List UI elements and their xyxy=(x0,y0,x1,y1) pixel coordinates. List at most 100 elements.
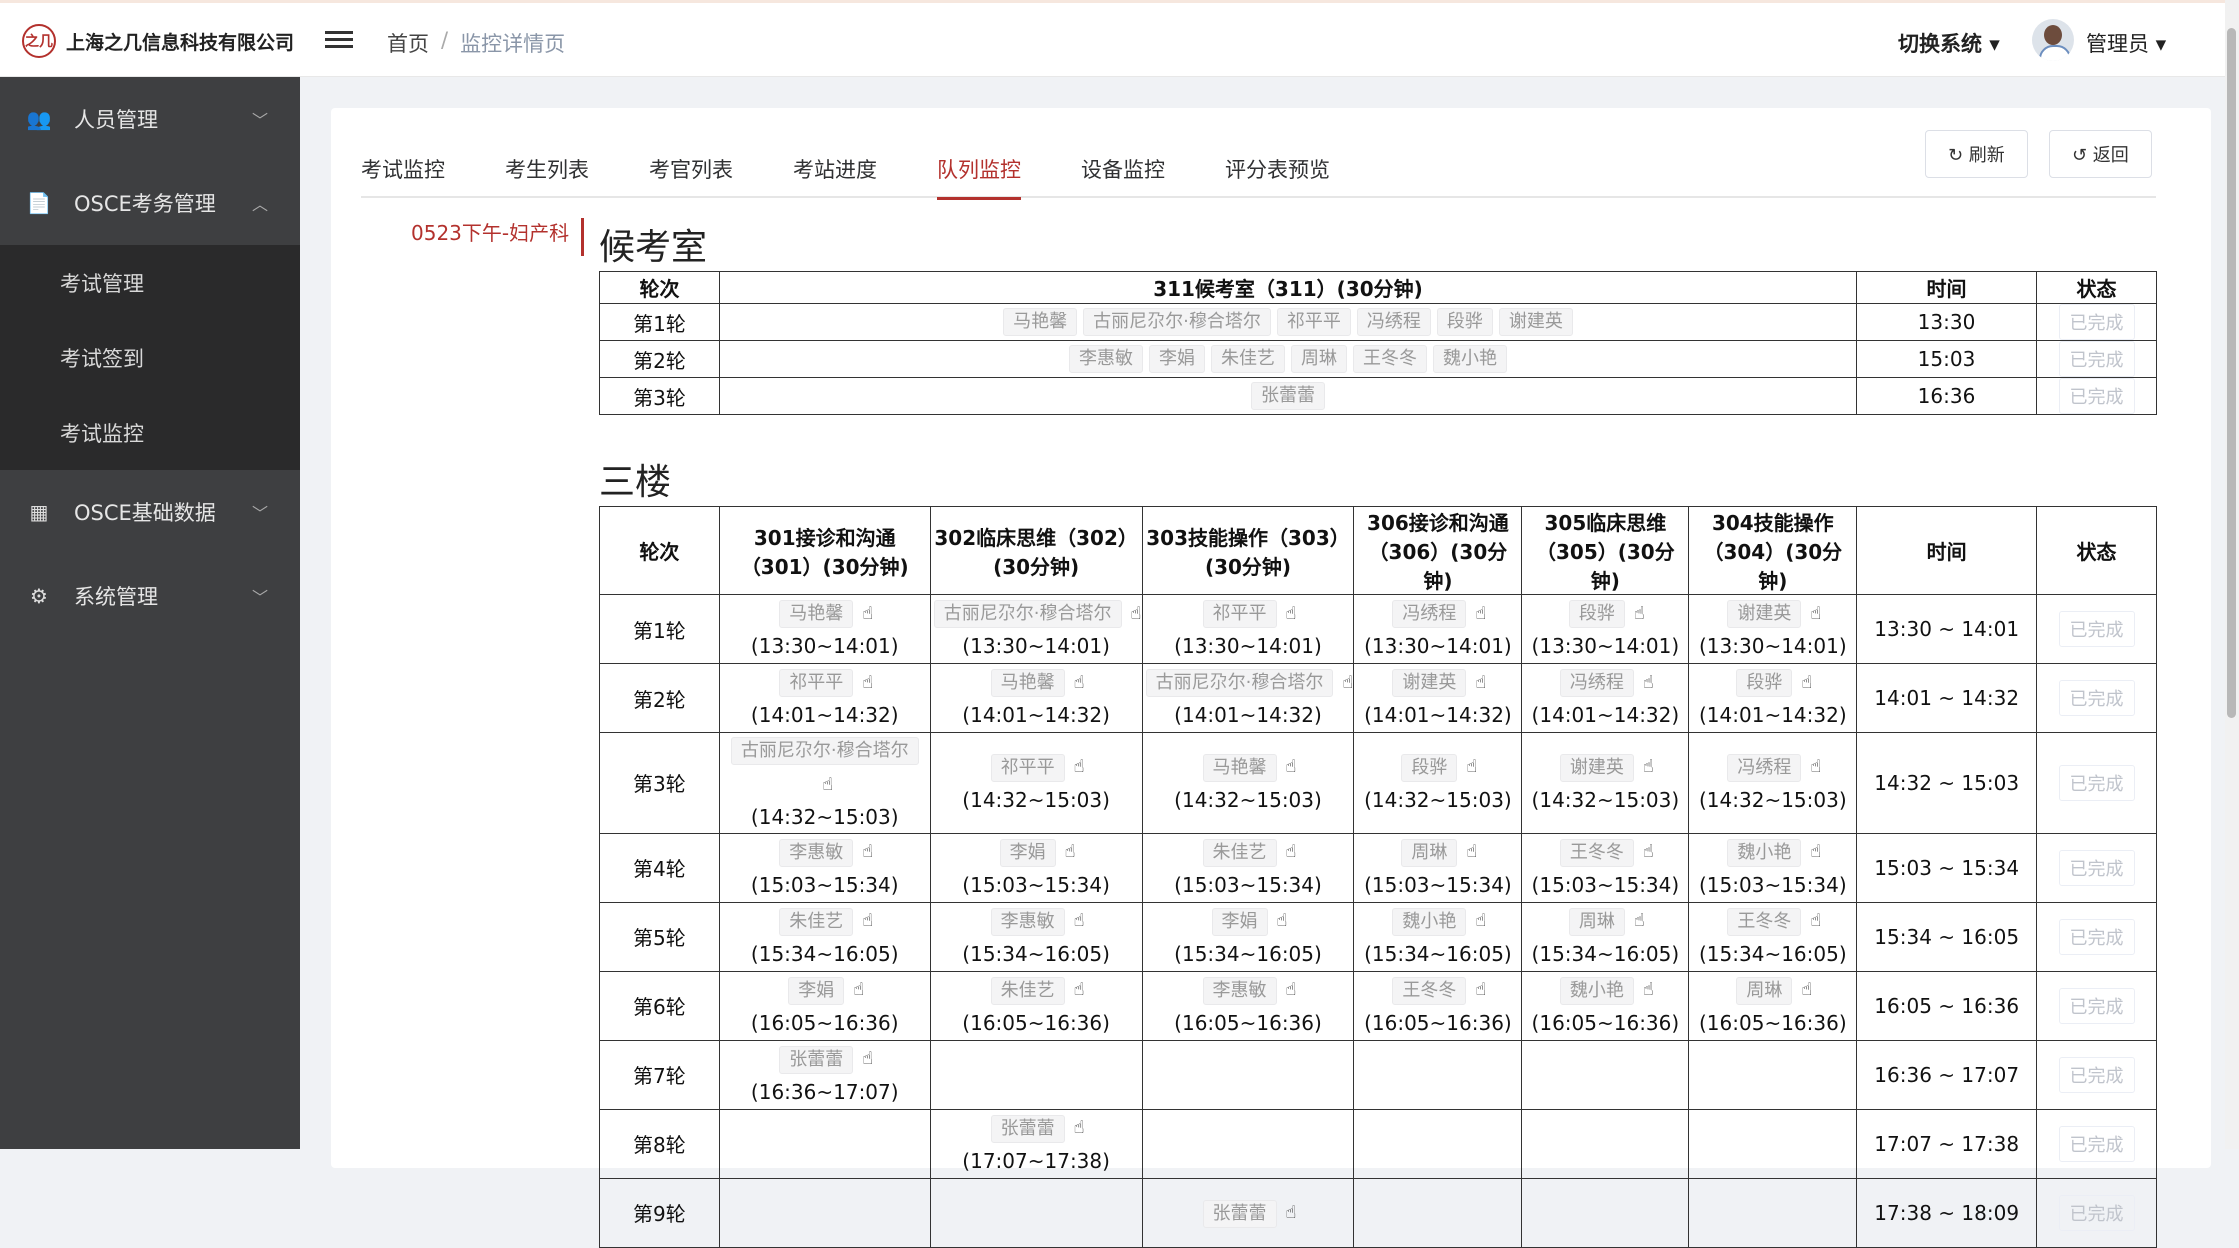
hand-pointer-icon[interactable]: ☝ xyxy=(1475,598,1486,630)
candidate-tag[interactable]: 朱佳艺 xyxy=(1202,838,1277,867)
sidebar-item-osce-basic-data[interactable]: ▦ OSCE基础数据 ﹀ xyxy=(0,470,300,554)
candidate-tag[interactable]: 段骅 xyxy=(1568,600,1625,628)
tab-exam-monitor[interactable]: 考试监控 xyxy=(361,136,445,198)
candidate-tag[interactable]: 冯绣程 xyxy=(1356,308,1431,336)
candidate-tag[interactable]: 李娟 xyxy=(1149,345,1205,373)
hand-pointer-icon[interactable]: ☝ xyxy=(1634,598,1645,630)
hand-pointer-icon[interactable]: ☝ xyxy=(1810,836,1821,868)
hand-pointer-icon[interactable]: ☝ xyxy=(1475,974,1486,1006)
hand-pointer-icon[interactable]: ☝ xyxy=(1643,751,1654,783)
candidate-tag[interactable]: 王冬冬 xyxy=(1559,838,1634,867)
tab-station-progress[interactable]: 考站进度 xyxy=(793,136,877,198)
candidate-tag[interactable]: 李娟 xyxy=(1211,907,1268,936)
hand-pointer-icon[interactable]: ☝ xyxy=(862,1043,873,1075)
hand-pointer-icon[interactable]: ☝ xyxy=(1466,751,1477,783)
hand-pointer-icon[interactable]: ☝ xyxy=(1286,751,1297,783)
hand-pointer-icon[interactable]: ☝ xyxy=(1074,1112,1085,1144)
candidate-tag[interactable]: 冯绣程 xyxy=(1559,669,1634,697)
sidebar-item-personnel[interactable]: 👥 人员管理 ﹀ xyxy=(0,77,300,161)
candidate-tag[interactable]: 李惠敏 xyxy=(1069,345,1143,373)
sidebar-item-system[interactable]: ⚙ 系统管理 ﹀ xyxy=(0,554,300,638)
candidate-tag[interactable]: 周琳 xyxy=(1568,907,1625,936)
candidate-tag[interactable]: 段骅 xyxy=(1436,308,1493,336)
candidate-tag[interactable]: 古丽尼尕尔·穆合塔尔 xyxy=(1083,308,1271,336)
avatar[interactable] xyxy=(2032,19,2074,61)
hand-pointer-icon[interactable]: ☝ xyxy=(862,598,873,630)
candidate-tag[interactable]: 马艳馨 xyxy=(779,600,854,628)
hand-pointer-icon[interactable]: ☝ xyxy=(853,974,864,1006)
candidate-tag[interactable]: 魏小艳 xyxy=(1433,345,1507,373)
sidebar-subitem-exam-monitor[interactable]: 考试监控 xyxy=(0,395,300,470)
hand-pointer-icon[interactable]: ☝ xyxy=(1074,751,1085,783)
candidate-tag[interactable]: 谢建英 xyxy=(1559,753,1634,782)
hand-pointer-icon[interactable]: ☝ xyxy=(862,667,873,699)
user-menu[interactable]: 管理员 ▾ xyxy=(2086,28,2166,58)
hand-pointer-icon[interactable]: ☝ xyxy=(1286,598,1297,630)
hand-pointer-icon[interactable]: ☝ xyxy=(1634,905,1645,937)
hand-pointer-icon[interactable]: ☝ xyxy=(1277,905,1288,937)
candidate-tag[interactable]: 谢建英 xyxy=(1727,600,1802,628)
hand-pointer-icon[interactable]: ☝ xyxy=(822,769,833,801)
candidate-tag[interactable]: 马艳馨 xyxy=(1202,753,1277,782)
candidate-tag[interactable]: 周琳 xyxy=(1291,345,1347,373)
tab-candidates[interactable]: 考生列表 xyxy=(505,136,589,198)
candidate-tag[interactable]: 张蕾蕾 xyxy=(990,1114,1065,1143)
hand-pointer-icon[interactable]: ☝ xyxy=(1801,974,1812,1006)
candidate-tag[interactable]: 段骅 xyxy=(1736,669,1793,697)
candidate-tag[interactable]: 李惠敏 xyxy=(990,907,1065,936)
candidate-tag[interactable]: 李娟 xyxy=(788,976,845,1005)
hand-pointer-icon[interactable]: ☝ xyxy=(1643,974,1654,1006)
candidate-tag[interactable]: 王冬冬 xyxy=(1392,976,1467,1005)
tab-examiners[interactable]: 考官列表 xyxy=(649,136,733,198)
candidate-tag[interactable]: 朱佳艺 xyxy=(779,907,854,936)
hand-pointer-icon[interactable]: ☝ xyxy=(1286,974,1297,1006)
tab-queue-monitor[interactable]: 队列监控 xyxy=(937,136,1021,200)
hand-pointer-icon[interactable]: ☝ xyxy=(1810,598,1821,630)
candidate-tag[interactable]: 魏小艳 xyxy=(1559,976,1634,1005)
refresh-button[interactable]: ↻ 刷新 xyxy=(1925,130,2028,178)
back-button[interactable]: ↺ 返回 xyxy=(2049,130,2152,178)
hand-pointer-icon[interactable]: ☝ xyxy=(862,836,873,868)
hand-pointer-icon[interactable]: ☝ xyxy=(1286,1197,1297,1229)
candidate-tag[interactable]: 古丽尼尕尔·穆合塔尔 xyxy=(730,737,919,765)
candidate-tag[interactable]: 李惠敏 xyxy=(779,838,854,867)
candidate-tag[interactable]: 冯绣程 xyxy=(1392,600,1467,628)
candidate-tag[interactable]: 李娟 xyxy=(999,838,1056,867)
candidate-tag[interactable]: 祁平平 xyxy=(779,669,854,697)
candidate-tag[interactable]: 朱佳艺 xyxy=(990,976,1065,1005)
candidate-tag[interactable]: 周琳 xyxy=(1736,976,1793,1005)
hand-pointer-icon[interactable]: ☝ xyxy=(1475,667,1486,699)
menu-toggle-icon[interactable] xyxy=(325,27,353,53)
candidate-tag[interactable]: 谢建英 xyxy=(1498,308,1573,336)
candidate-tag[interactable]: 张蕾蕾 xyxy=(1202,1199,1277,1228)
hand-pointer-icon[interactable]: ☝ xyxy=(1810,751,1821,783)
hand-pointer-icon[interactable]: ☝ xyxy=(1131,598,1142,630)
hand-pointer-icon[interactable]: ☝ xyxy=(1074,905,1085,937)
candidate-tag[interactable]: 张蕾蕾 xyxy=(1251,382,1325,410)
hand-pointer-icon[interactable]: ☝ xyxy=(1810,905,1821,937)
exam-name[interactable]: 0523下午-妇产科 xyxy=(411,218,585,256)
candidate-tag[interactable]: 魏小艳 xyxy=(1392,907,1467,936)
hand-pointer-icon[interactable]: ☝ xyxy=(1074,667,1085,699)
candidate-tag[interactable]: 朱佳艺 xyxy=(1211,345,1285,373)
hand-pointer-icon[interactable]: ☝ xyxy=(1643,836,1654,868)
candidate-tag[interactable]: 魏小艳 xyxy=(1727,838,1802,867)
candidate-tag[interactable]: 古丽尼尕尔·穆合塔尔 xyxy=(933,600,1122,628)
candidate-tag[interactable]: 冯绣程 xyxy=(1727,753,1802,782)
hand-pointer-icon[interactable]: ☝ xyxy=(1801,667,1812,699)
candidate-tag[interactable]: 王冬冬 xyxy=(1727,907,1802,936)
page-scrollbar-thumb[interactable] xyxy=(2227,28,2236,718)
candidate-tag[interactable]: 古丽尼尕尔·穆合塔尔 xyxy=(1145,669,1334,697)
company-logo[interactable]: 之几 上海之几信息科技有限公司 xyxy=(22,21,294,61)
sidebar-item-osce-affairs[interactable]: 📄 OSCE考务管理 ︿ xyxy=(0,161,300,245)
breadcrumb-home[interactable]: 首页 xyxy=(387,28,429,58)
tab-score-preview[interactable]: 评分表预览 xyxy=(1225,136,1330,198)
candidate-tag[interactable]: 周琳 xyxy=(1401,838,1458,867)
candidate-tag[interactable]: 祁平平 xyxy=(990,753,1065,782)
candidate-tag[interactable]: 谢建英 xyxy=(1392,669,1467,697)
candidate-tag[interactable]: 李惠敏 xyxy=(1202,976,1277,1005)
hand-pointer-icon[interactable]: ☝ xyxy=(1286,836,1297,868)
sidebar-subitem-exam-checkin[interactable]: 考试签到 xyxy=(0,320,300,395)
hand-pointer-icon[interactable]: ☝ xyxy=(1466,836,1477,868)
tab-device-monitor[interactable]: 设备监控 xyxy=(1081,136,1165,198)
